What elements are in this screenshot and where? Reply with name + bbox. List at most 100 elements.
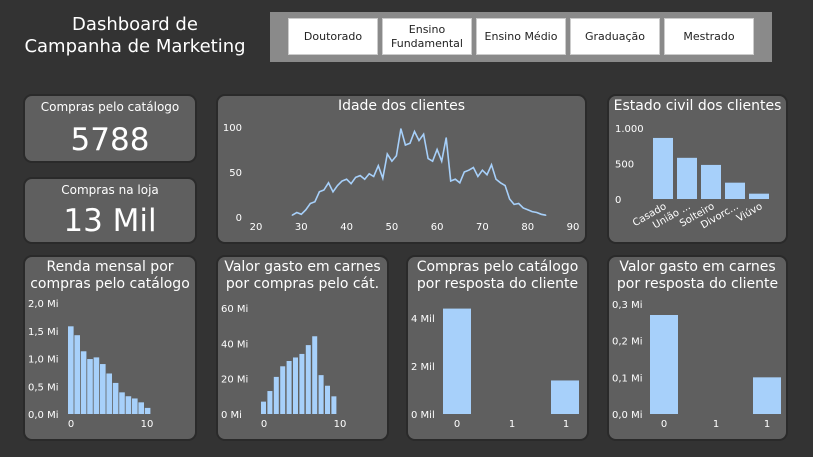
age-data-point: [518, 202, 520, 205]
kpi-store-card: Compras na loja 13 Mil: [23, 177, 197, 244]
age-data-point: [323, 189, 325, 191]
age-data-point: [359, 175, 361, 177]
age-data-point: [481, 169, 484, 171]
x-tick-label: 90: [567, 222, 580, 233]
age-data-point: [336, 184, 339, 187]
age-data-point: [345, 178, 348, 180]
y-tick-label: 0,0 Mi: [28, 410, 59, 421]
marital-bar: [653, 137, 673, 199]
age-data-point: [314, 201, 316, 203]
age-data-point: [300, 213, 302, 215]
age-data-point: [355, 176, 357, 178]
x-tick-label: Viúvo: [734, 200, 764, 224]
x-tick-label: 1: [509, 419, 515, 430]
bar: [100, 364, 106, 414]
age-data-point: [327, 182, 330, 184]
y-tick-label: 500: [615, 160, 634, 171]
age-data-point: [373, 175, 375, 178]
age-data-point: [391, 160, 393, 162]
bar: [305, 345, 311, 414]
age-data-point: [382, 177, 384, 179]
bar: [293, 357, 298, 414]
age-data-point: [318, 191, 320, 193]
y-tick-label: 0,3 Mi: [612, 300, 643, 311]
age-data-point: [404, 144, 407, 146]
x-tick-label: 0: [261, 419, 267, 430]
marital-bar: [701, 164, 721, 199]
x-tick-label: 1: [563, 419, 569, 430]
slicer-doutorado-button[interactable]: Doutorado: [288, 18, 378, 55]
y-tick-label: 100: [223, 123, 242, 134]
x-tick-label: 20: [250, 222, 263, 233]
marital-bar: [725, 182, 745, 199]
y-tick-label: 1,5 Mi: [28, 327, 59, 338]
meat-catalog-chart-card: Valor gasto em carnes por compras pelo c…: [216, 255, 389, 441]
age-data-point: [418, 139, 420, 142]
age-data-point: [490, 164, 493, 166]
bar: [325, 385, 330, 414]
age-data-point: [332, 191, 334, 193]
income-bar-chart: 0,0 Mi 0,5 Mi 1,0 Mi 1,5 Mi 2,0 Mi 0 10: [28, 299, 153, 430]
x-tick-label: 1: [764, 419, 770, 430]
catalog-response-bar-chart: 0 Mil 2 Mil 4 Mil 0 1 1: [411, 308, 579, 430]
age-line-chart: 0 50 100 20 30 40 50 60 70 80 90: [223, 123, 580, 233]
age-data-point: [291, 214, 293, 216]
age-data-point: [368, 173, 370, 175]
age-series-line: [291, 128, 546, 216]
bar: [443, 308, 471, 414]
y-tick-label: 50: [229, 168, 242, 179]
slicer-ensino-medio-button[interactable]: Ensino Médio: [476, 18, 566, 55]
age-data-point: [459, 182, 461, 184]
age-data-point: [477, 175, 479, 178]
y-tick-label: 1.000: [615, 124, 644, 135]
bar: [753, 377, 781, 414]
slicer-mestrado-button[interactable]: Mestrado: [664, 18, 754, 55]
meat-catalog-bar-chart: 0 Mi 20 Mi 40 Mi 60 Mi 0 10: [221, 304, 346, 430]
title-line-1: Dashboard de: [72, 14, 198, 35]
y-tick-label: 40 Mi: [221, 339, 248, 350]
age-data-point: [468, 169, 470, 171]
meat-response-chart-card: Valor gasto em carnes por resposta do cl…: [607, 255, 788, 441]
kpi-catalog-label: Compras pelo catálogo: [40, 100, 180, 114]
x-tick-label: 0: [454, 419, 460, 430]
income-chart-card: Renda mensal por compras pelo catálogo 0…: [23, 255, 197, 441]
age-data-point: [495, 178, 497, 180]
y-tick-label: 2,0 Mi: [28, 299, 59, 310]
bar: [551, 380, 579, 414]
bar: [80, 351, 87, 414]
x-tick-label: 1: [713, 419, 719, 430]
marital-bar: [749, 193, 769, 199]
bar: [74, 335, 80, 414]
age-data-point: [400, 128, 402, 130]
age-data-point: [454, 178, 456, 180]
y-tick-label: 0 Mil: [411, 410, 435, 421]
meat-response-bar-chart: 0,0 Mi 0,1 Mi 0,2 Mi 0,3 Mi 0 1 1: [612, 300, 781, 430]
bar: [650, 315, 678, 414]
age-data-point: [545, 214, 547, 216]
age-data-point: [536, 211, 538, 214]
x-tick-label: 0: [68, 419, 74, 430]
age-data-point: [413, 130, 416, 133]
age-data-point: [522, 207, 524, 209]
age-data-point: [409, 142, 411, 144]
y-tick-label: 20 Mi: [221, 375, 248, 386]
bar: [286, 361, 292, 414]
bar: [138, 402, 144, 414]
bar: [312, 336, 318, 414]
age-data-point: [499, 182, 502, 184]
kpi-catalog-value: 5788: [70, 122, 150, 158]
marital-bar: [677, 157, 697, 199]
kpi-store-label: Compras na loja: [61, 183, 159, 197]
age-data-point: [486, 174, 488, 176]
bar: [112, 382, 119, 414]
age-data-point: [350, 183, 352, 185]
y-tick-label: 60 Mi: [221, 304, 248, 315]
bar: [93, 357, 100, 414]
age-data-point: [463, 171, 465, 173]
y-tick-label: 0,2 Mi: [612, 337, 643, 348]
bar: [144, 407, 151, 414]
slicer-graduacao-button[interactable]: Graduação: [570, 18, 660, 55]
age-data-point: [432, 160, 434, 162]
x-tick-label: 50: [385, 222, 398, 233]
slicer-ensino-fundamental-button[interactable]: Ensino Fundamental: [382, 18, 472, 55]
